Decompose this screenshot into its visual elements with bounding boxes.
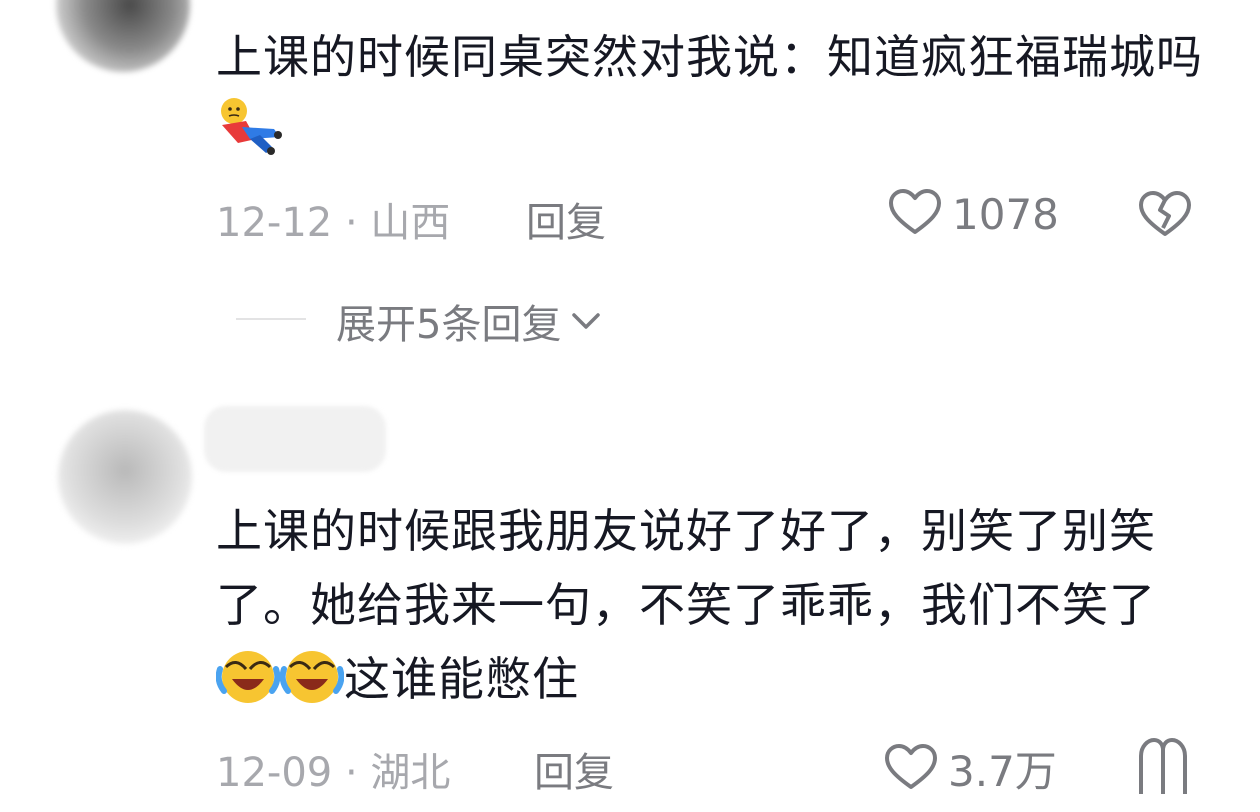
comment-body: 上课的时候同桌突然对我说：知道疯狂福瑞城吗 bbox=[216, 30, 1203, 84]
reply-button[interactable]: 回复 bbox=[526, 190, 606, 248]
comment-body: 上课的时候跟我朋友说好了好了，别笑了别笑了。她给我来一句，不笑了乖乖，我们不笑了 bbox=[216, 504, 1156, 632]
comment-text: 上课的时候跟我朋友说好了好了，别笑了别笑了。她给我来一句，不笑了乖乖，我们不笑了… bbox=[215, 494, 1216, 726]
comment-date: 12-12 bbox=[216, 200, 333, 246]
dislike-button[interactable] bbox=[1136, 736, 1190, 800]
reply-button[interactable]: 回复 bbox=[534, 740, 614, 798]
comment-location: 山西 bbox=[370, 200, 451, 246]
like-count: 3.7万 bbox=[948, 747, 1057, 796]
comment-meta: 12-12 · 山西 bbox=[216, 190, 450, 248]
laughing-crying-emoji-icon bbox=[215, 647, 281, 726]
dislike-button[interactable] bbox=[1138, 190, 1192, 242]
like-count: 1078 bbox=[952, 189, 1059, 239]
heart-icon bbox=[884, 743, 938, 795]
comment-location: 湖北 bbox=[370, 750, 451, 796]
falling-person-emoji-icon bbox=[216, 95, 286, 178]
expand-divider bbox=[236, 318, 306, 320]
username-blurred[interactable] bbox=[204, 406, 386, 472]
comment-meta: 12-09 · 湖北 bbox=[216, 740, 450, 798]
commenter-avatar[interactable] bbox=[58, 410, 192, 544]
meta-separator: · bbox=[344, 200, 358, 246]
heart-icon bbox=[888, 188, 942, 240]
laughing-crying-emoji-icon bbox=[279, 647, 345, 726]
like-button[interactable]: 1078 bbox=[888, 188, 1059, 240]
broken-heart-icon bbox=[1136, 738, 1190, 800]
expand-replies-label: 展开5条回复 bbox=[336, 302, 562, 348]
comment-body-end: 这谁能憋住 bbox=[344, 652, 579, 706]
expand-replies-button[interactable]: 展开5条回复 bbox=[336, 292, 601, 350]
chevron-down-icon bbox=[571, 311, 601, 331]
comment-text: 上课的时候同桌突然对我说：知道疯狂福瑞城吗 bbox=[216, 20, 1216, 178]
commenter-avatar[interactable] bbox=[56, 0, 190, 72]
comment-date: 12-09 bbox=[216, 750, 333, 796]
broken-heart-icon bbox=[1138, 191, 1192, 242]
like-button[interactable]: 3.7万 bbox=[884, 738, 1057, 799]
meta-separator: · bbox=[344, 750, 358, 796]
